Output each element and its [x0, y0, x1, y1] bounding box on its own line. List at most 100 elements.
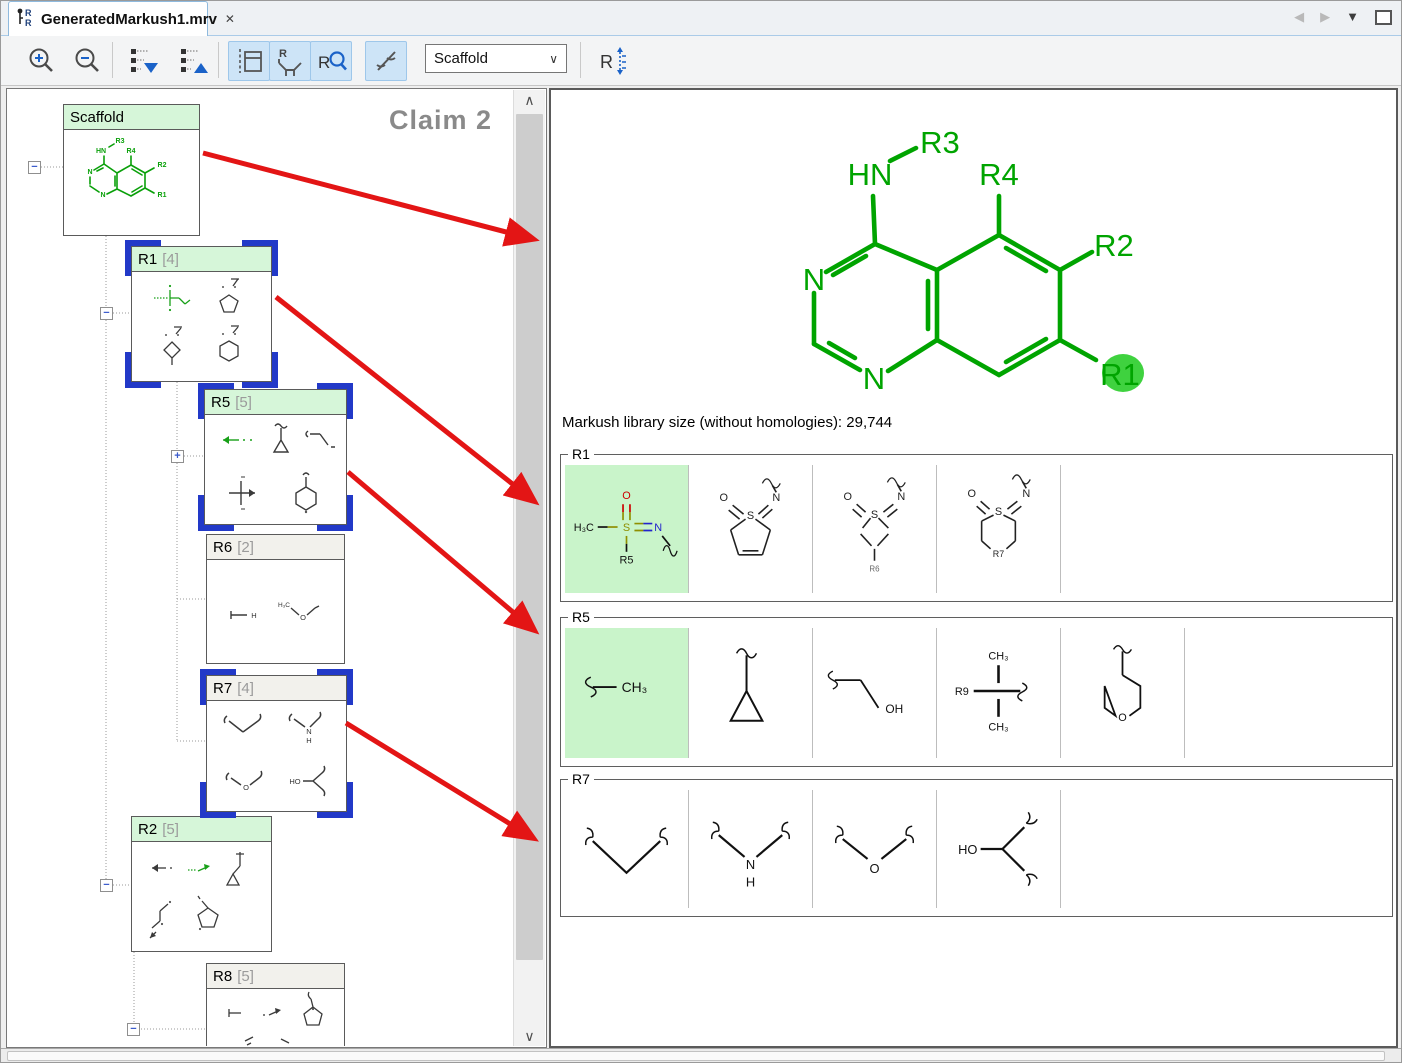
horizontal-scrollbar[interactable]: [0, 1048, 1402, 1063]
expander-r1[interactable]: −: [100, 307, 113, 320]
svg-text:N: N: [746, 857, 755, 872]
tree-panel: Claim 2 − − + − − Scaffold: [6, 88, 547, 1048]
svg-text:R7: R7: [993, 549, 1004, 559]
svg-text:N: N: [654, 522, 662, 534]
group-box-r5: R5 CH₃: [560, 617, 1393, 767]
svg-text:O: O: [622, 490, 630, 502]
svg-text:R3: R3: [116, 138, 125, 145]
collapse-all-button[interactable]: [172, 41, 214, 81]
tab-menu-icon[interactable]: ▼: [1346, 8, 1359, 26]
tree-vertical-scrollbar[interactable]: ∧ ∨: [513, 90, 545, 1046]
nav-next-icon[interactable]: ▶: [1320, 8, 1330, 26]
r1-option-dihydrothiophene-sulfoximine[interactable]: S O N: [689, 465, 813, 593]
svg-text:HN: HN: [96, 148, 106, 155]
r5-option-methyl[interactable]: CH₃: [565, 628, 689, 758]
expander-scaffold[interactable]: −: [28, 161, 41, 174]
svg-text:H: H: [746, 875, 755, 890]
svg-text:N: N: [1022, 488, 1030, 500]
r5-option-tetrahydropyranyl[interactable]: O: [1061, 628, 1185, 758]
r5-option-hydroxyethyl[interactable]: OH: [813, 628, 937, 758]
svg-text:S: S: [995, 506, 1002, 518]
scrollbar-thumb[interactable]: [516, 114, 543, 960]
scaffold-structure[interactable]: HN R3 R4 R2 R1 N N: [752, 97, 1202, 417]
tab-close-icon[interactable]: ✕: [225, 12, 235, 26]
svg-text:N: N: [87, 169, 92, 176]
zoom-out-icon: [71, 45, 103, 77]
panel-layout-icon: [232, 44, 266, 78]
expander-r2[interactable]: −: [100, 879, 113, 892]
r8-thumbnail: [207, 989, 344, 1046]
r5-option-gem-dimethyl-r9[interactable]: R9 CH₃ CH₃: [937, 628, 1061, 758]
nav-prev-icon[interactable]: ◀: [1294, 8, 1304, 26]
group-label-r1: R1: [568, 446, 594, 462]
rlogic-button[interactable]: R: [590, 41, 632, 81]
collapse-all-icon: [176, 44, 210, 78]
zoom-in-icon: [25, 45, 57, 77]
view-mode-select[interactable]: Scaffold ∨: [425, 44, 567, 73]
group-box-r7: R7: [560, 779, 1393, 917]
rgroup-structure-button[interactable]: R: [269, 41, 311, 81]
r7-option-o-linker[interactable]: O: [813, 790, 937, 908]
svg-text:HO: HO: [958, 842, 977, 857]
expander-r5[interactable]: +: [171, 450, 184, 463]
r5-option-cyclopropyl[interactable]: [689, 628, 813, 758]
svg-text:N: N: [772, 492, 780, 504]
r7-option-nh-linker[interactable]: N H: [689, 790, 813, 908]
svg-text:S: S: [623, 522, 630, 534]
svg-text:R: R: [279, 48, 287, 60]
tree-node-r8[interactable]: R8 [5]: [206, 963, 345, 1046]
tree-node-r2[interactable]: R2 [5]: [131, 816, 272, 952]
svg-text:O: O: [300, 613, 306, 622]
r1-option-methyl-sulfoximine[interactable]: H₃C S O N R5: [565, 465, 689, 593]
svg-text:O: O: [967, 488, 975, 500]
view-mode-value: Scaffold: [434, 50, 488, 67]
expand-all-icon: [126, 44, 160, 78]
maximize-icon[interactable]: [1375, 10, 1392, 25]
scaffold-r1-label[interactable]: R1: [1100, 357, 1140, 392]
svg-text:O: O: [243, 783, 249, 792]
svg-text:R: R: [25, 18, 32, 28]
scroll-up-icon[interactable]: ∧: [514, 90, 545, 110]
r1-option-thiane-sulfoximine[interactable]: S O N R7: [937, 465, 1061, 593]
zoom-in-button[interactable]: [20, 41, 62, 81]
r7-option-ethylene-linker[interactable]: [565, 790, 689, 908]
svg-text:OH: OH: [885, 702, 903, 716]
show-panel-button[interactable]: [228, 41, 270, 81]
svg-text:R2: R2: [158, 162, 167, 169]
svg-text:O: O: [869, 861, 879, 876]
scaffold-r4-label[interactable]: R4: [979, 157, 1019, 192]
tree-node-r7-wrap: R7 [4] N H O HO: [200, 669, 353, 818]
svg-text:R: R: [600, 52, 613, 72]
r7-option-choh-linker[interactable]: HO: [937, 790, 1061, 908]
tree-node-r6[interactable]: R6 [2] H H₃C O: [206, 534, 345, 664]
svg-text:H: H: [306, 736, 311, 745]
tree-node-scaffold[interactable]: Scaffold HN R3 R4 R2 R1 N N: [63, 104, 200, 236]
svg-text:CH₃: CH₃: [988, 650, 1008, 662]
expand-all-button[interactable]: [122, 41, 164, 81]
svg-text:R5: R5: [620, 555, 634, 567]
svg-text:R6: R6: [869, 565, 880, 574]
expander-r8[interactable]: −: [127, 1023, 140, 1036]
hide-homology-button[interactable]: [365, 41, 407, 81]
svg-text:H₃C: H₃C: [278, 602, 290, 609]
svg-text:O: O: [843, 491, 851, 503]
svg-text:N: N: [100, 192, 105, 199]
chevron-down-icon: ∨: [549, 52, 558, 66]
svg-text:H: H: [251, 611, 256, 620]
scaffold-r2-label[interactable]: R2: [1094, 228, 1134, 263]
horizontal-scrollbar-thumb[interactable]: [7, 1051, 1385, 1061]
svg-text:HO: HO: [289, 777, 300, 786]
svg-text:S: S: [747, 510, 754, 522]
r1-option-thietane-sulfoximine[interactable]: S O N R6: [813, 465, 937, 593]
tab-title: GeneratedMarkush1.mrv: [41, 11, 217, 28]
strikethrough-icon: [369, 44, 403, 78]
scroll-down-icon[interactable]: ∨: [514, 1026, 545, 1046]
svg-text:S: S: [871, 509, 878, 521]
rgroup-query-button[interactable]: R: [310, 41, 352, 81]
svg-text:O: O: [719, 492, 727, 504]
document-tab[interactable]: R R GeneratedMarkush1.mrv ✕: [8, 1, 208, 36]
tab-bar: R R GeneratedMarkush1.mrv ✕ ◀ ▶ ▼: [0, 0, 1402, 36]
zoom-out-button[interactable]: [66, 41, 108, 81]
scaffold-r3-label[interactable]: R3: [920, 125, 960, 160]
svg-text:N: N: [306, 727, 311, 736]
